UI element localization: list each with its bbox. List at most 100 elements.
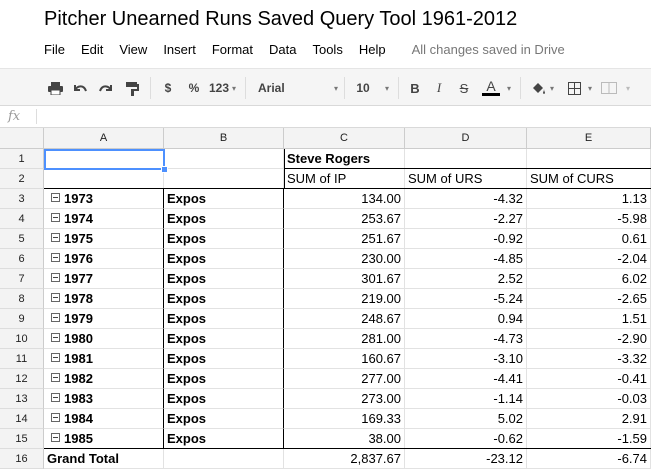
menu-data[interactable]: Data [269,42,296,57]
dropdown-arrow-icon[interactable]: ▾ [586,79,594,97]
row-header-10[interactable]: 10 [0,329,44,349]
dropdown-arrow-icon[interactable]: ▾ [505,79,513,97]
italic-button[interactable]: I [432,79,446,97]
table-row-curs[interactable]: 0.61 [527,229,651,249]
row-header-8[interactable]: 8 [0,289,44,309]
table-row-urs[interactable]: -4.41 [405,369,527,389]
column-header-d[interactable]: D [405,128,527,149]
table-row-ip[interactable]: 273.00 [284,389,405,409]
row-header-12[interactable]: 12 [0,369,44,389]
table-row-team[interactable]: Expos [164,189,284,209]
table-row-ip[interactable]: 248.67 [284,309,405,329]
table-row-ip[interactable]: 230.00 [284,249,405,269]
collapse-icon[interactable] [51,353,60,362]
table-row-ip[interactable]: 301.67 [284,269,405,289]
table-row-year[interactable]: 1975 [44,229,164,249]
collapse-icon[interactable] [51,273,60,282]
formula-input[interactable] [42,109,642,125]
table-row-year[interactable]: 1977 [44,269,164,289]
table-row-urs[interactable]: -0.92 [405,229,527,249]
table-row-year[interactable]: 1979 [44,309,164,329]
collapse-icon[interactable] [51,193,60,202]
more-formats-button[interactable]: 123 [208,79,230,97]
table-row-curs[interactable]: -2.04 [527,249,651,269]
menu-insert[interactable]: Insert [163,42,196,57]
table-row-ip[interactable]: 160.67 [284,349,405,369]
pivot-column-header[interactable]: SUM of CURS [527,169,651,189]
table-row-urs[interactable]: -5.24 [405,289,527,309]
row-header-13[interactable]: 13 [0,389,44,409]
collapse-icon[interactable] [51,333,60,342]
menu-help[interactable]: Help [359,42,386,57]
table-row-ip[interactable]: 134.00 [284,189,405,209]
table-row-team[interactable]: Expos [164,269,284,289]
redo-icon[interactable] [96,79,114,97]
menu-edit[interactable]: Edit [81,42,103,57]
row-header-4[interactable]: 4 [0,209,44,229]
table-row-team[interactable]: Expos [164,309,284,329]
table-row-ip[interactable]: 251.67 [284,229,405,249]
row-header-7[interactable]: 7 [0,269,44,289]
font-family-select[interactable]: Arial [258,79,318,97]
dropdown-arrow-icon[interactable]: ▾ [230,79,238,97]
table-row-ip[interactable]: 169.33 [284,409,405,429]
table-row-ip[interactable]: 281.00 [284,329,405,349]
table-row-urs[interactable]: -4.73 [405,329,527,349]
table-row-urs[interactable]: -1.14 [405,389,527,409]
table-row-curs[interactable]: -1.59 [527,429,651,449]
row-header-6[interactable]: 6 [0,249,44,269]
table-row-urs[interactable]: -2.27 [405,209,527,229]
table-row-year[interactable]: 1985 [44,429,164,449]
table-row-team[interactable]: Expos [164,209,284,229]
cell-a1[interactable] [44,149,164,169]
cell[interactable] [164,449,284,469]
dropdown-arrow-icon[interactable]: ▾ [332,79,340,97]
table-row-team[interactable]: Expos [164,349,284,369]
cell[interactable] [164,169,284,189]
table-row-curs[interactable]: 1.13 [527,189,651,209]
fill-color-icon[interactable] [529,79,547,97]
menu-view[interactable]: View [119,42,147,57]
column-header-a[interactable]: A [44,128,164,149]
table-row-curs[interactable]: 6.02 [527,269,651,289]
collapse-icon[interactable] [51,213,60,222]
collapse-icon[interactable] [51,373,60,382]
column-header-b[interactable]: B [164,128,284,149]
pivot-column-header[interactable]: SUM of URS [405,169,527,189]
pivot-column-header[interactable]: SUM of IP [284,169,405,189]
row-header-14[interactable]: 14 [0,409,44,429]
table-row-urs[interactable]: 0.94 [405,309,527,329]
table-row-urs[interactable]: -4.32 [405,189,527,209]
table-row-curs[interactable]: -2.90 [527,329,651,349]
grand-total-ip[interactable]: 2,837.67 [284,449,405,469]
grand-total-curs[interactable]: -6.74 [527,449,651,469]
table-row-urs[interactable]: -0.62 [405,429,527,449]
table-row-curs[interactable]: 1.51 [527,309,651,329]
collapse-icon[interactable] [51,293,60,302]
table-row-team[interactable]: Expos [164,409,284,429]
table-row-team[interactable]: Expos [164,369,284,389]
strikethrough-button[interactable]: S [457,79,471,97]
row-header-3[interactable]: 3 [0,189,44,209]
table-row-curs[interactable]: -5.98 [527,209,651,229]
table-row-team[interactable]: Expos [164,289,284,309]
table-row-year[interactable]: 1974 [44,209,164,229]
menu-format[interactable]: Format [212,42,253,57]
table-row-year[interactable]: 1983 [44,389,164,409]
collapse-icon[interactable] [51,253,60,262]
table-row-year[interactable]: 1980 [44,329,164,349]
percent-format-button[interactable]: % [186,79,202,97]
table-row-year[interactable]: 1981 [44,349,164,369]
table-row-team[interactable]: Expos [164,229,284,249]
row-header-9[interactable]: 9 [0,309,44,329]
fill-handle[interactable] [161,166,168,173]
table-row-year[interactable]: 1984 [44,409,164,429]
column-header-c[interactable]: C [284,128,405,149]
dropdown-arrow-icon[interactable]: ▾ [383,79,391,97]
menu-file[interactable]: File [44,42,65,57]
table-row-team[interactable]: Expos [164,249,284,269]
table-row-urs[interactable]: 2.52 [405,269,527,289]
table-row-ip[interactable]: 253.67 [284,209,405,229]
table-row-curs[interactable]: 2.91 [527,409,651,429]
print-icon[interactable] [46,79,64,97]
